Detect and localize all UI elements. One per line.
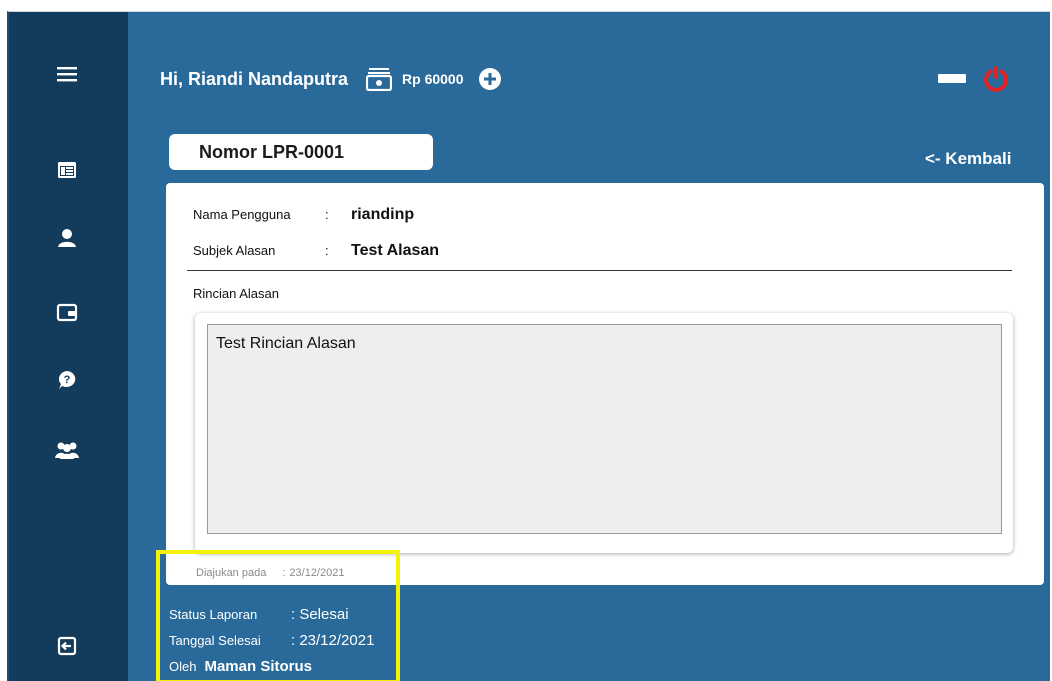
username-label: Nama Pengguna (193, 207, 291, 222)
greeting-text: Hi, Riandi Nandaputra (160, 68, 349, 89)
subject-label: Subjek Alasan (193, 243, 276, 258)
user-icon[interactable] (53, 224, 81, 252)
logout-icon[interactable] (53, 632, 81, 660)
colon: : (325, 207, 329, 222)
highlight-box (156, 550, 400, 681)
power-icon[interactable] (981, 64, 1011, 94)
header-bar: Hi, Riandi Nandaputra Rp 60000 (160, 64, 502, 94)
detail-panel: Test Rincian Alasan (195, 313, 1013, 553)
ticket-card: Nama Pengguna : riandinp Subjek Alasan :… (166, 183, 1044, 585)
svg-text:?: ? (64, 374, 71, 386)
sidebar: ? (9, 12, 128, 681)
ticket-number-tab: Nomor LPR-0001 (169, 134, 433, 170)
wallet-icon[interactable] (53, 298, 81, 326)
add-balance-icon[interactable] (478, 67, 502, 91)
help-icon[interactable]: ? (53, 366, 81, 394)
dashboard-icon[interactable] (53, 156, 81, 184)
detail-label: Rincian Alasan (193, 286, 279, 301)
username-value: riandinp (351, 206, 415, 223)
detail-textarea[interactable]: Test Rincian Alasan (207, 324, 1002, 534)
subject-row: Subjek Alasan : Test Alasan (193, 242, 439, 260)
minimize-button[interactable] (938, 74, 966, 83)
divider (187, 270, 1012, 271)
balance-amount: Rp 60000 (402, 71, 464, 87)
username-row: Nama Pengguna : riandinp (193, 206, 414, 224)
app-window: ? Hi, Riandi Nandaputra Rp 60000 Nomor L… (7, 11, 1050, 681)
menu-icon[interactable] (53, 60, 81, 88)
group-icon[interactable] (53, 436, 81, 464)
subject-value: Test Alasan (351, 242, 440, 259)
back-link[interactable]: <- Kembali (925, 149, 1011, 169)
money-icon (366, 67, 393, 91)
colon: : (325, 243, 329, 258)
